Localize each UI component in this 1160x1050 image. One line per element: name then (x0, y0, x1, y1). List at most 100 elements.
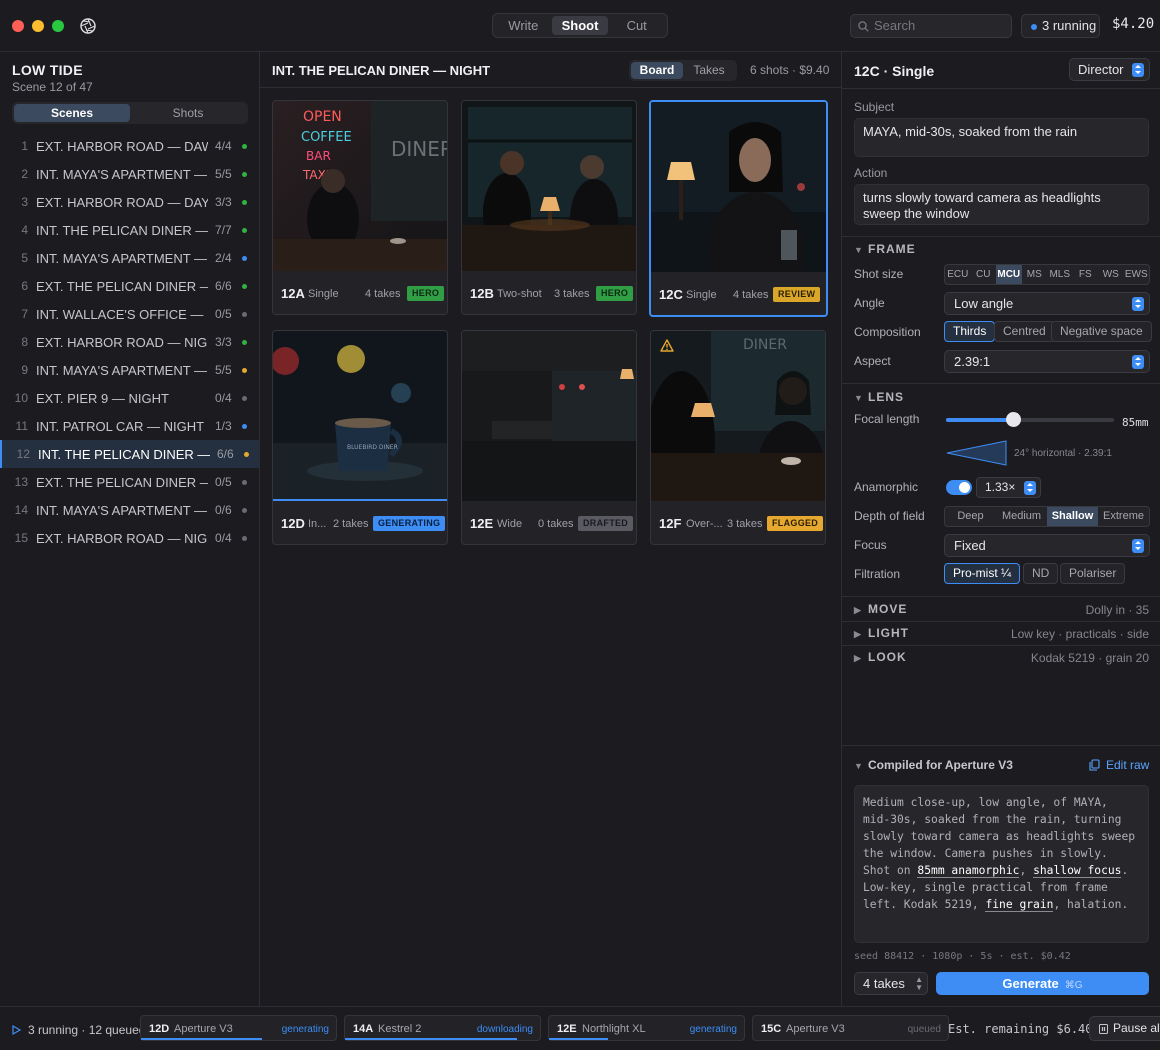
dof-option[interactable]: Extreme (1098, 507, 1149, 526)
queue-job[interactable]: 14A Kestrel 2 downloading (344, 1015, 541, 1041)
anamorphic-label: Anamorphic (854, 480, 919, 494)
job-progress-bar (345, 1038, 517, 1040)
shot-size-option-selected[interactable]: MCU (996, 265, 1022, 284)
compiled-prompt[interactable]: Medium close-up, low angle, of MAYA, mid… (854, 785, 1149, 943)
scene-row[interactable]: 15 EXT. HARBOR ROAD — NIGHT 0/4 (0, 524, 259, 552)
frame-section-header[interactable]: ▼ FRAME (854, 242, 916, 256)
scene-status-dot (242, 368, 247, 373)
mode-switcher: Write Shoot Cut (492, 13, 668, 38)
tab-shots[interactable]: Shots (130, 104, 246, 122)
tab-scenes[interactable]: Scenes (14, 104, 130, 122)
move-section-header[interactable]: ▶ MOVE Dolly in · 35 (842, 598, 1160, 620)
scene-row[interactable]: 7 INT. WALLACE'S OFFICE — DAY 0/5 (0, 300, 259, 328)
composition-centred-chip[interactable]: Centred (994, 321, 1055, 342)
prompt-highlight: shallow focus (1033, 864, 1122, 878)
mode-tab-write[interactable]: Write (495, 16, 552, 35)
scene-number: 10 (14, 391, 28, 405)
queue-job[interactable]: 12D Aperture V3 generating (140, 1015, 337, 1041)
look-section-header[interactable]: ▶ LOOK Kodak 5219 · grain 20 (842, 646, 1160, 668)
sidebar-tabs: Scenes Shots (12, 102, 248, 124)
dof-option[interactable]: Deep (945, 507, 996, 526)
scene-row[interactable]: 13 EXT. THE PELICAN DINER — NIGHT 0/5 (0, 468, 259, 496)
running-jobs-button[interactable]: 3 running (1021, 14, 1100, 38)
shot-thumbnail (462, 101, 636, 271)
minimize-window-button[interactable] (32, 20, 44, 32)
queue-job[interactable]: 12E Northlight XL generating (548, 1015, 745, 1041)
shot-card-12d[interactable]: BLUEBIRD DINER 12D In... 2 takes GENERAT… (272, 330, 448, 545)
scene-shot-count: 0/5 (215, 475, 232, 489)
shot-card-12c[interactable]: 12C Single 4 takes REVIEW (649, 100, 828, 317)
composition-thirds-chip[interactable]: Thirds (944, 321, 996, 342)
search-input[interactable]: Search (850, 14, 1012, 38)
role-select[interactable]: Director (1069, 58, 1150, 81)
shot-size-option[interactable]: MLS (1047, 265, 1073, 284)
shot-card-12a[interactable]: OPEN COFFEE BAR TAXI DINER 12A Single 4 … (272, 100, 448, 315)
compiled-section-header[interactable]: ▼ Compiled for Aperture V3 (854, 758, 1013, 772)
scene-status-dot (242, 536, 247, 541)
focal-length-slider[interactable] (946, 412, 1114, 427)
scene-row[interactable]: 5 INT. MAYA'S APARTMENT — DAY 2/4 (0, 244, 259, 272)
aspect-select[interactable]: 2.39:1 (944, 350, 1150, 373)
shot-card-12f[interactable]: DINER 12F Over-... 3 takes FLAGGED (650, 330, 826, 545)
scene-row[interactable]: 2 INT. MAYA'S APARTMENT — MORNING 5/5 (0, 160, 259, 188)
chevron-right-icon: ▶ (854, 653, 862, 663)
dof-option-selected[interactable]: Shallow (1047, 507, 1098, 526)
zoom-window-button[interactable] (52, 20, 64, 32)
angle-select[interactable]: Low angle (944, 292, 1150, 315)
tab-board[interactable]: Board (631, 62, 683, 79)
pause-all-button[interactable]: Pause all (1089, 1016, 1160, 1041)
focus-select[interactable]: Fixed (944, 534, 1150, 557)
generate-button[interactable]: Generate ⌘G (936, 972, 1149, 995)
scene-status-dot (242, 312, 247, 317)
scene-row[interactable]: 10 EXT. PIER 9 — NIGHT 0/4 (0, 384, 259, 412)
scene-number: 7 (21, 307, 28, 321)
scene-row[interactable]: 8 EXT. HARBOR ROAD — NIGHT 3/3 (0, 328, 259, 356)
close-window-button[interactable] (12, 20, 24, 32)
focal-length-thumb[interactable] (1006, 412, 1022, 427)
edit-raw-link[interactable]: Edit raw (1089, 758, 1149, 772)
subject-field[interactable]: MAYA, mid-30s, soaked from the rain (854, 118, 1149, 157)
queue-job[interactable]: 15C Aperture V3 queued (752, 1015, 949, 1041)
aperture-logo-icon (80, 18, 96, 34)
takes-select[interactable]: 4 takes ▲ ▼ (854, 972, 928, 995)
anamorphic-toggle[interactable] (946, 480, 972, 495)
shot-size-option[interactable]: FS (1073, 265, 1099, 284)
shot-card-12e[interactable]: 12E Wide 0 takes DRAFTED (461, 330, 637, 545)
action-field[interactable]: turns slowly toward camera as headlights… (854, 184, 1149, 225)
project-subtitle: Scene 12 of 47 (12, 80, 93, 94)
scene-row[interactable]: 1 EXT. HARBOR ROAD — DAWN 4/4 (0, 132, 259, 160)
shot-size-selector: ECU CU MCU MS MLS FS WS EWS (944, 264, 1150, 285)
filter-polariser-chip[interactable]: Polariser (1060, 563, 1126, 584)
scene-row[interactable]: 14 INT. MAYA'S APARTMENT — NIGHT 0/6 (0, 496, 259, 524)
tab-takes[interactable]: Takes (683, 62, 735, 79)
job-progress-bar (549, 1038, 608, 1040)
shot-size-option[interactable]: CU (971, 265, 997, 284)
scene-row[interactable]: 11 INT. PATROL CAR — NIGHT 1/3 (0, 412, 259, 440)
focal-length-label: Focal length (854, 412, 920, 426)
shot-card-12b[interactable]: 12B Two-shot 3 takes HERO (461, 100, 637, 315)
shot-size-option[interactable]: EWS (1124, 265, 1150, 284)
lens-section-header[interactable]: ▼ LENS (854, 390, 904, 404)
shot-size-option[interactable]: WS (1098, 265, 1124, 284)
scene-row[interactable]: 3 EXT. HARBOR ROAD — DAY 3/3 (0, 188, 259, 216)
scene-row[interactable]: 12 INT. THE PELICAN DINER — NIGHT 6/6 (0, 440, 259, 468)
light-summary: Low key · practicals · side (1010, 627, 1149, 641)
status-badge: GENERATING (373, 516, 446, 531)
scene-row[interactable]: 6 EXT. THE PELICAN DINER — DUSK 6/6 (0, 272, 259, 300)
focus-label: Focus (854, 538, 887, 552)
shot-size-option[interactable]: ECU (945, 265, 971, 284)
scene-row[interactable]: 4 INT. THE PELICAN DINER — DAY 7/7 (0, 216, 259, 244)
status-badge: REVIEW (773, 287, 821, 302)
divider (842, 236, 1160, 237)
mode-tab-cut[interactable]: Cut (608, 16, 665, 35)
light-section-header[interactable]: ▶ LIGHT Low key · practicals · side (842, 622, 1160, 644)
composition-negative-space-chip[interactable]: Negative space (1051, 321, 1152, 342)
dof-option[interactable]: Medium (996, 507, 1047, 526)
shot-size-option[interactable]: MS (1022, 265, 1048, 284)
scene-shot-count: 0/4 (215, 531, 232, 545)
squeeze-select[interactable]: 1.33× (976, 477, 1041, 498)
filter-nd-chip[interactable]: ND (1023, 563, 1059, 584)
mode-tab-shoot[interactable]: Shoot (551, 16, 609, 35)
filter-promist-chip[interactable]: Pro-mist ¼ (944, 563, 1021, 584)
scene-row[interactable]: 9 INT. MAYA'S APARTMENT — NIGHT 5/5 (0, 356, 259, 384)
